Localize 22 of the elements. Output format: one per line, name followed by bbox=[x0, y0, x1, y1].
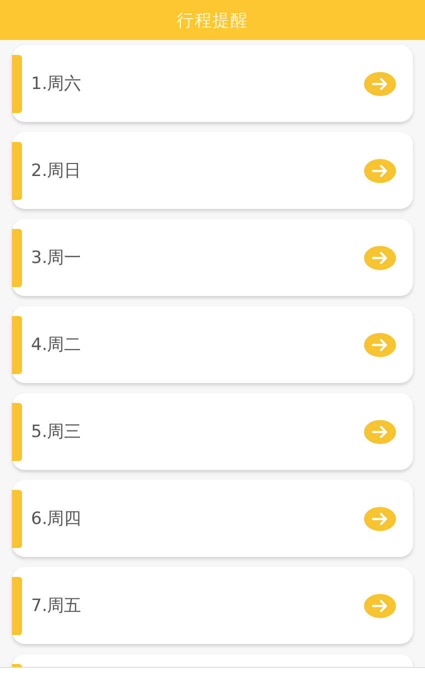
list-card[interactable]: 4.周二 bbox=[12, 306, 413, 383]
list-card[interactable]: 3.周一 bbox=[12, 219, 413, 296]
list-card[interactable]: 6.周四 bbox=[12, 480, 413, 557]
accent-bar bbox=[12, 316, 22, 374]
accent-bar bbox=[12, 402, 22, 460]
card-label: 7.周五 bbox=[31, 595, 82, 617]
card-label: 4.周二 bbox=[31, 334, 82, 356]
accent-bar bbox=[12, 228, 22, 286]
accent-bar bbox=[12, 54, 22, 112]
accent-bar bbox=[12, 142, 22, 200]
card-label: 2.周日 bbox=[31, 160, 82, 182]
card-label: 6.周四 bbox=[31, 508, 82, 530]
list-card[interactable]: 5.周三 bbox=[12, 393, 413, 470]
card-label: 5.周三 bbox=[31, 421, 82, 443]
list-card[interactable]: 7.周五 bbox=[12, 567, 413, 644]
accent-bar bbox=[12, 576, 22, 634]
card-label: 1.周六 bbox=[31, 73, 82, 95]
list-card[interactable]: 2.周日 bbox=[12, 132, 413, 209]
accent-bar bbox=[12, 490, 22, 548]
card-label: 3.周一 bbox=[31, 247, 82, 269]
page-title: 行程提醒 bbox=[176, 10, 248, 32]
list-card[interactable]: 1.周六 bbox=[12, 45, 413, 122]
